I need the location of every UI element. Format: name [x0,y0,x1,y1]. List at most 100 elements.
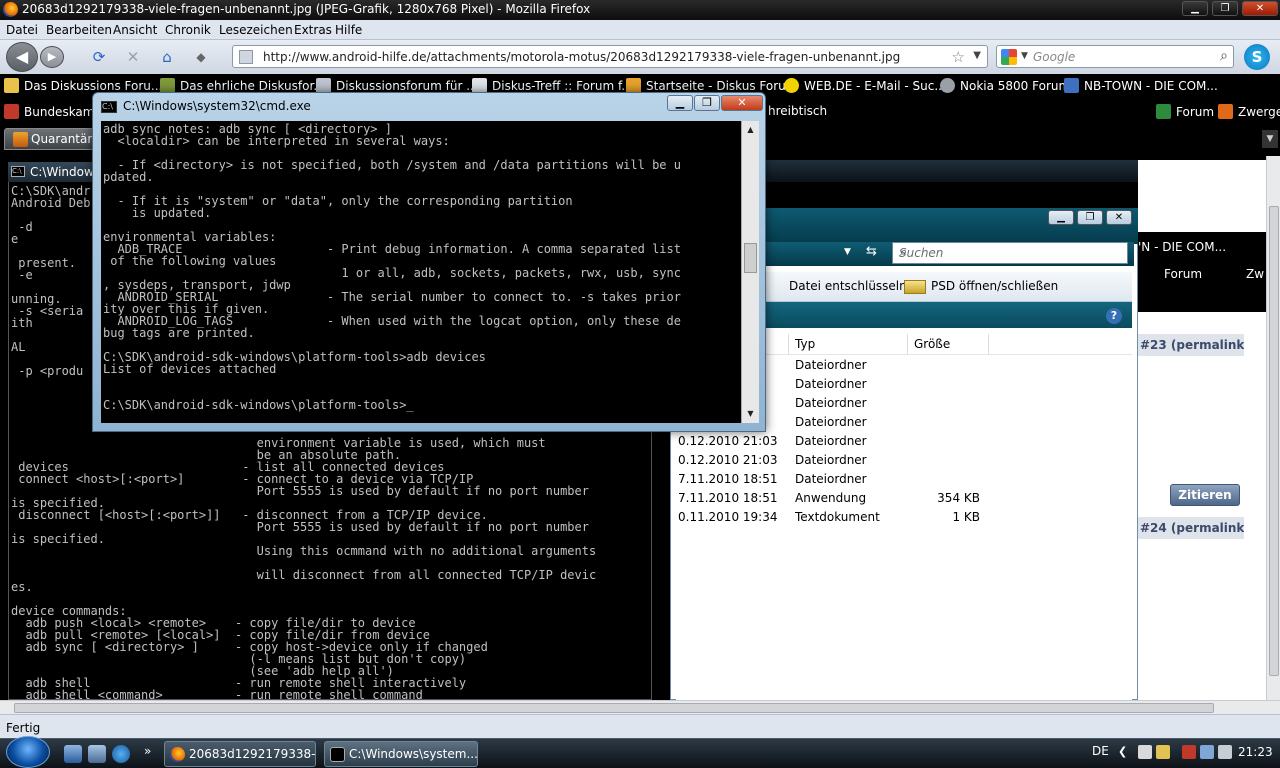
menu-hilfe[interactable]: Hilfe [335,23,362,37]
reload-icon[interactable]: ⟳ [90,48,108,66]
column-type[interactable]: Typ [790,334,908,354]
menu-bearbeiten[interactable]: Bearbeiten [46,23,112,37]
file-row[interactable]: 0.11.2010 19:34 Textdokument 1 KB [676,508,1132,527]
cmd-maximize-button[interactable]: ❐ [694,95,720,111]
tab-list-dropdown-icon[interactable]: ▼ [1262,130,1278,148]
close-button[interactable]: ✕ [1242,1,1278,16]
forum-link[interactable]: Forum [1164,267,1202,281]
psd-open-close-button[interactable]: PSD öffnen/schließen [931,279,1058,293]
addon-icon[interactable]: ◆ [192,48,210,66]
search-icon[interactable]: ⌕ [1220,48,1228,64]
bookmark-item[interactable]: Nokia 5800 Forum [940,78,1070,93]
cmd-close-button[interactable]: ✕ [721,95,763,111]
scrollbar-thumb[interactable] [744,243,757,273]
tray-icon[interactable] [1138,745,1152,759]
help-icon[interactable]: ? [1106,308,1122,324]
bookmark-item[interactable]: Diskus-Treff :: Forum f... [472,78,633,93]
status-text: Fertig [6,721,41,735]
search-placeholder[interactable]: Google [1033,50,1075,64]
search-icon[interactable]: ⌕ [899,245,1121,260]
file-row[interactable]: 0.12.2010 21:03 Dateiordner [676,432,1132,451]
scroll-up-icon[interactable]: ▲ [744,123,757,137]
forward-icon[interactable]: ▶ [40,46,64,68]
menu-lesezeichen[interactable]: Lesezeichen [219,23,293,37]
back-icon[interactable]: ◀ [6,42,38,72]
explorer-search-input[interactable]: Suchen ⌕ [892,242,1128,264]
search-engine-dropdown-icon[interactable]: ▼ [1021,51,1028,61]
bookmark-item[interactable]: hreibtisch [768,104,827,118]
maximize-button[interactable]: ❐ [1212,1,1238,16]
menu-extras[interactable]: Extras [294,23,332,37]
explorer-minimize-button[interactable]: ▁ [1048,210,1074,225]
cmd-minimize-button[interactable]: ▁ [667,95,693,111]
cmd-scrollbar[interactable]: ▲ ▼ [741,121,759,423]
file-type: Dateiordner [795,415,867,429]
url-text[interactable]: http://www.android-hilfe.de/attachments/… [263,50,900,64]
file-date: 0.12.2010 21:03 [678,434,778,448]
tray-icon[interactable] [1156,745,1170,759]
taskbar-firefox-button[interactable]: 20683d1292179338-... [164,741,316,767]
clock[interactable]: 21:23 [1238,745,1273,759]
background-console-titlebar[interactable]: C:\ C:\Windows [8,162,100,182]
bookmark-item[interactable]: Bundeskamp [4,104,102,119]
tray-icon[interactable] [1182,745,1196,759]
bookmark-item[interactable]: NB-TOWN - DIE COM... [1064,78,1218,93]
home-icon[interactable]: ⌂ [158,48,176,66]
tray-expand-icon[interactable]: ❮ [1118,745,1127,758]
file-row[interactable]: 7.11.2010 18:51 Anwendung 354 KB [676,489,1132,508]
scrollbar-thumb[interactable] [14,703,1214,713]
minimize-button[interactable]: ▁ [1182,1,1208,16]
bookmark-item[interactable]: Zwerge [1218,104,1280,119]
stop-icon[interactable]: ✕ [124,48,142,66]
search-bar[interactable]: ▼ Google ⌕ [996,45,1234,68]
scrollbar-thumb[interactable] [1269,206,1279,676]
bookmark-item[interactable]: Das ehrliche Diskusfor... [160,78,325,93]
start-button[interactable] [6,736,50,768]
bookmark-icon [1218,104,1233,119]
tab-quarantaene[interactable]: Quarantäne [4,128,102,150]
explorer-maximize-button[interactable]: ❐ [1077,210,1103,225]
page-scrollbar[interactable] [1266,156,1280,700]
menu-datei[interactable]: Datei [6,23,38,37]
internet-explorer-icon[interactable] [112,745,130,763]
skype-icon[interactable]: S [1244,44,1270,70]
menu-chronik[interactable]: Chronik [165,23,211,37]
volume-icon[interactable] [1218,745,1232,759]
permalink-24[interactable]: #24 (permalink) [1138,517,1244,539]
refresh-icon[interactable]: ⇆ [866,244,877,259]
google-icon[interactable] [1001,49,1017,65]
decrypt-file-button[interactable]: Datei entschlüsseln [789,279,907,293]
switch-windows-icon[interactable] [88,745,106,763]
bookmark-item[interactable]: Das Diskussions Foru... [4,78,162,93]
file-row[interactable]: 0.12.2010 21:03 Dateiordner [676,451,1132,470]
bookmark-item[interactable]: Startseite - Diskus Foru... [626,78,797,93]
taskbar-cmd-button[interactable]: C:\Windows\system... [324,741,478,767]
bookmark-item[interactable]: Forum [1156,104,1214,119]
firefox-titlebar: 20683d1292179338-viele-fragen-unbenannt.… [0,0,1280,20]
bookmark-item[interactable]: Diskussionsforum für ... [316,78,478,93]
url-dropdown-icon[interactable]: ▼ [973,50,981,61]
url-bar[interactable]: http://www.android-hilfe.de/attachments/… [232,45,988,68]
console-icon: C:\ [101,101,117,113]
column-size[interactable]: Größe [909,334,989,354]
network-icon[interactable] [1200,745,1214,759]
file-type: Dateiordner [795,377,867,391]
menu-ansicht[interactable]: Ansicht [113,23,157,37]
scroll-down-icon[interactable]: ▼ [744,407,757,421]
permalink-23[interactable]: #23 (permalink) [1138,334,1244,356]
horizontal-scrollbar[interactable] [0,700,1280,714]
quicklaunch-more-icon[interactable]: » [144,744,151,758]
show-desktop-icon[interactable] [64,745,82,763]
language-indicator[interactable]: DE [1092,744,1109,758]
explorer-close-button[interactable]: ✕ [1106,210,1132,225]
address-dropdown-icon[interactable]: ▼ [844,247,851,257]
bookmark-item[interactable]: WEB.DE - E-Mail - Suc... [784,78,946,93]
quote-button[interactable]: Zitieren [1170,484,1240,506]
console-icon [330,747,345,762]
forum-link-2[interactable]: Zw [1246,267,1264,281]
bookmark-star-icon[interactable]: ☆ [952,48,965,66]
cmd-output[interactable]: adb sync notes: adb sync [ <directory> ]… [101,121,741,423]
cmd-window[interactable]: C:\ C:\Windows\system32\cmd.exe ▁ ❐ ✕ ad… [92,92,766,432]
forum-header: 'N - DIE COM... Forum Zw [1138,232,1268,312]
file-row[interactable]: 7.11.2010 18:51 Dateiordner [676,470,1132,489]
